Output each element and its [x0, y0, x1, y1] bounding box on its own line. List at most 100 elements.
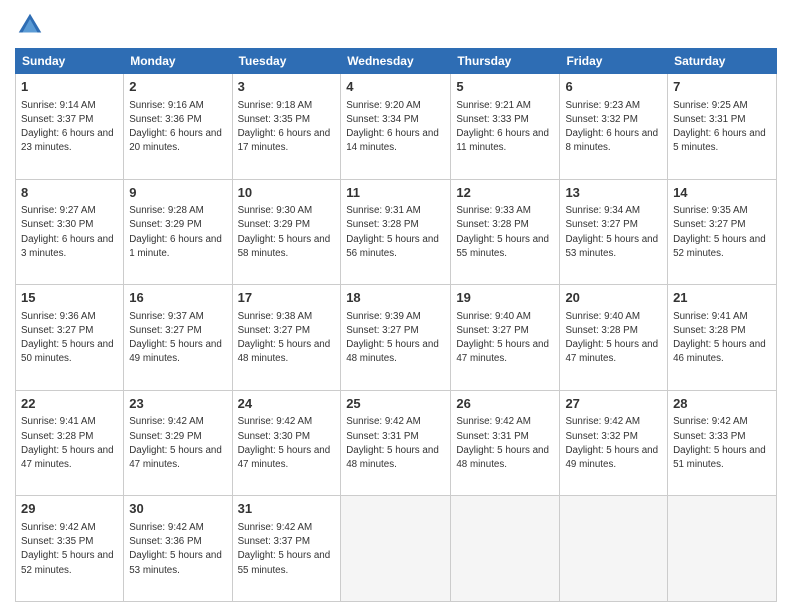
day-info: Sunrise: 9:42 AMSunset: 3:33 PMDaylight:… [673, 416, 766, 470]
day-number: 17 [238, 289, 336, 307]
day-number: 4 [346, 78, 445, 96]
calendar-cell: 8 Sunrise: 9:27 AMSunset: 3:30 PMDayligh… [16, 179, 124, 285]
calendar-cell: 15 Sunrise: 9:36 AMSunset: 3:27 PMDaylig… [16, 285, 124, 391]
calendar-week-5: 29 Sunrise: 9:42 AMSunset: 3:35 PMDaylig… [16, 496, 777, 602]
calendar-cell: 25 Sunrise: 9:42 AMSunset: 3:31 PMDaylig… [341, 390, 451, 496]
day-info: Sunrise: 9:21 AMSunset: 3:33 PMDaylight:… [456, 100, 549, 154]
day-number: 12 [456, 184, 554, 202]
weekday-friday: Friday [560, 49, 668, 74]
day-info: Sunrise: 9:42 AMSunset: 3:31 PMDaylight:… [456, 416, 549, 470]
day-number: 30 [129, 500, 226, 518]
calendar-cell: 21 Sunrise: 9:41 AMSunset: 3:28 PMDaylig… [668, 285, 777, 391]
day-number: 20 [565, 289, 662, 307]
calendar-cell: 17 Sunrise: 9:38 AMSunset: 3:27 PMDaylig… [232, 285, 341, 391]
calendar-cell: 20 Sunrise: 9:40 AMSunset: 3:28 PMDaylig… [560, 285, 668, 391]
calendar-cell: 11 Sunrise: 9:31 AMSunset: 3:28 PMDaylig… [341, 179, 451, 285]
day-number: 24 [238, 395, 336, 413]
day-number: 10 [238, 184, 336, 202]
logo [15, 10, 49, 40]
day-number: 14 [673, 184, 771, 202]
day-info: Sunrise: 9:33 AMSunset: 3:28 PMDaylight:… [456, 205, 549, 259]
day-info: Sunrise: 9:42 AMSunset: 3:30 PMDaylight:… [238, 416, 331, 470]
calendar-cell: 31 Sunrise: 9:42 AMSunset: 3:37 PMDaylig… [232, 496, 341, 602]
calendar-cell: 29 Sunrise: 9:42 AMSunset: 3:35 PMDaylig… [16, 496, 124, 602]
day-number: 21 [673, 289, 771, 307]
calendar-table: SundayMondayTuesdayWednesdayThursdayFrid… [15, 48, 777, 602]
day-info: Sunrise: 9:40 AMSunset: 3:28 PMDaylight:… [565, 311, 658, 365]
header [15, 10, 777, 40]
day-number: 26 [456, 395, 554, 413]
day-number: 27 [565, 395, 662, 413]
day-number: 15 [21, 289, 118, 307]
day-number: 7 [673, 78, 771, 96]
day-info: Sunrise: 9:14 AMSunset: 3:37 PMDaylight:… [21, 100, 114, 154]
calendar-cell: 7 Sunrise: 9:25 AMSunset: 3:31 PMDayligh… [668, 74, 777, 180]
day-info: Sunrise: 9:35 AMSunset: 3:27 PMDaylight:… [673, 205, 766, 259]
calendar-cell: 13 Sunrise: 9:34 AMSunset: 3:27 PMDaylig… [560, 179, 668, 285]
day-number: 22 [21, 395, 118, 413]
day-info: Sunrise: 9:38 AMSunset: 3:27 PMDaylight:… [238, 311, 331, 365]
calendar-cell: 12 Sunrise: 9:33 AMSunset: 3:28 PMDaylig… [451, 179, 560, 285]
day-number: 23 [129, 395, 226, 413]
calendar-cell: 18 Sunrise: 9:39 AMSunset: 3:27 PMDaylig… [341, 285, 451, 391]
day-info: Sunrise: 9:42 AMSunset: 3:32 PMDaylight:… [565, 416, 658, 470]
day-number: 31 [238, 500, 336, 518]
calendar-cell: 27 Sunrise: 9:42 AMSunset: 3:32 PMDaylig… [560, 390, 668, 496]
day-info: Sunrise: 9:42 AMSunset: 3:37 PMDaylight:… [238, 522, 331, 576]
calendar-cell: 22 Sunrise: 9:41 AMSunset: 3:28 PMDaylig… [16, 390, 124, 496]
calendar-week-1: 1 Sunrise: 9:14 AMSunset: 3:37 PMDayligh… [16, 74, 777, 180]
day-info: Sunrise: 9:42 AMSunset: 3:35 PMDaylight:… [21, 522, 114, 576]
day-number: 3 [238, 78, 336, 96]
day-info: Sunrise: 9:23 AMSunset: 3:32 PMDaylight:… [565, 100, 658, 154]
calendar-week-4: 22 Sunrise: 9:41 AMSunset: 3:28 PMDaylig… [16, 390, 777, 496]
day-info: Sunrise: 9:41 AMSunset: 3:28 PMDaylight:… [21, 416, 114, 470]
day-number: 19 [456, 289, 554, 307]
day-number: 2 [129, 78, 226, 96]
calendar-cell [341, 496, 451, 602]
day-info: Sunrise: 9:28 AMSunset: 3:29 PMDaylight:… [129, 205, 222, 259]
calendar-week-3: 15 Sunrise: 9:36 AMSunset: 3:27 PMDaylig… [16, 285, 777, 391]
day-number: 5 [456, 78, 554, 96]
weekday-header-row: SundayMondayTuesdayWednesdayThursdayFrid… [16, 49, 777, 74]
day-info: Sunrise: 9:25 AMSunset: 3:31 PMDaylight:… [673, 100, 766, 154]
day-number: 9 [129, 184, 226, 202]
day-info: Sunrise: 9:42 AMSunset: 3:31 PMDaylight:… [346, 416, 439, 470]
calendar-cell: 2 Sunrise: 9:16 AMSunset: 3:36 PMDayligh… [124, 74, 232, 180]
day-number: 29 [21, 500, 118, 518]
calendar-cell: 5 Sunrise: 9:21 AMSunset: 3:33 PMDayligh… [451, 74, 560, 180]
day-info: Sunrise: 9:39 AMSunset: 3:27 PMDaylight:… [346, 311, 439, 365]
day-info: Sunrise: 9:42 AMSunset: 3:29 PMDaylight:… [129, 416, 222, 470]
calendar-cell: 9 Sunrise: 9:28 AMSunset: 3:29 PMDayligh… [124, 179, 232, 285]
logo-icon [15, 10, 45, 40]
calendar-cell [668, 496, 777, 602]
calendar-cell: 14 Sunrise: 9:35 AMSunset: 3:27 PMDaylig… [668, 179, 777, 285]
day-info: Sunrise: 9:41 AMSunset: 3:28 PMDaylight:… [673, 311, 766, 365]
day-info: Sunrise: 9:30 AMSunset: 3:29 PMDaylight:… [238, 205, 331, 259]
weekday-sunday: Sunday [16, 49, 124, 74]
day-number: 18 [346, 289, 445, 307]
day-number: 13 [565, 184, 662, 202]
calendar-cell: 1 Sunrise: 9:14 AMSunset: 3:37 PMDayligh… [16, 74, 124, 180]
day-info: Sunrise: 9:36 AMSunset: 3:27 PMDaylight:… [21, 311, 114, 365]
weekday-wednesday: Wednesday [341, 49, 451, 74]
calendar-cell: 4 Sunrise: 9:20 AMSunset: 3:34 PMDayligh… [341, 74, 451, 180]
calendar-cell [451, 496, 560, 602]
weekday-tuesday: Tuesday [232, 49, 341, 74]
day-number: 28 [673, 395, 771, 413]
weekday-thursday: Thursday [451, 49, 560, 74]
day-info: Sunrise: 9:31 AMSunset: 3:28 PMDaylight:… [346, 205, 439, 259]
calendar-cell: 30 Sunrise: 9:42 AMSunset: 3:36 PMDaylig… [124, 496, 232, 602]
page: SundayMondayTuesdayWednesdayThursdayFrid… [0, 0, 792, 612]
day-info: Sunrise: 9:27 AMSunset: 3:30 PMDaylight:… [21, 205, 114, 259]
calendar-cell: 26 Sunrise: 9:42 AMSunset: 3:31 PMDaylig… [451, 390, 560, 496]
day-info: Sunrise: 9:18 AMSunset: 3:35 PMDaylight:… [238, 100, 331, 154]
day-number: 6 [565, 78, 662, 96]
calendar-cell: 10 Sunrise: 9:30 AMSunset: 3:29 PMDaylig… [232, 179, 341, 285]
calendar-cell: 28 Sunrise: 9:42 AMSunset: 3:33 PMDaylig… [668, 390, 777, 496]
day-number: 16 [129, 289, 226, 307]
calendar-cell: 6 Sunrise: 9:23 AMSunset: 3:32 PMDayligh… [560, 74, 668, 180]
day-info: Sunrise: 9:20 AMSunset: 3:34 PMDaylight:… [346, 100, 439, 154]
calendar-cell: 24 Sunrise: 9:42 AMSunset: 3:30 PMDaylig… [232, 390, 341, 496]
day-number: 25 [346, 395, 445, 413]
calendar-cell: 3 Sunrise: 9:18 AMSunset: 3:35 PMDayligh… [232, 74, 341, 180]
